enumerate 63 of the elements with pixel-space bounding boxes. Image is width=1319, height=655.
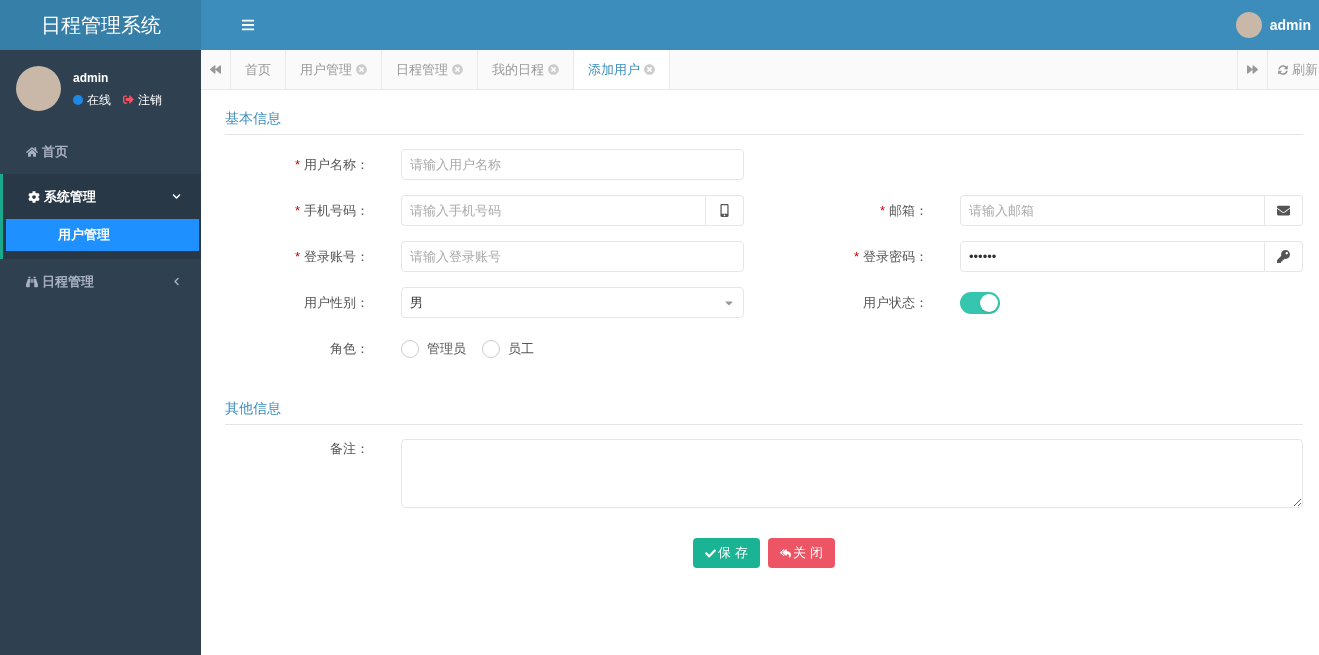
input-field[interactable]: 请输入用户名称	[401, 149, 744, 180]
binoculars-icon	[26, 275, 38, 288]
status-text: 在线	[87, 91, 111, 109]
logout-icon	[123, 94, 134, 105]
home-icon	[26, 145, 38, 158]
logout-link[interactable]: 注销	[138, 90, 162, 109]
avatar	[1235, 12, 1262, 38]
textarea-field[interactable]	[401, 439, 1303, 508]
field-label: 手机号码：	[304, 201, 369, 220]
close-icon[interactable]	[548, 64, 559, 75]
field-label: 登录密码：	[863, 247, 928, 266]
toggle-switch[interactable]	[960, 291, 1000, 314]
sidebar-item[interactable]: 日程管理	[0, 259, 201, 304]
radio-label: 员工	[508, 339, 534, 358]
gear-icon	[28, 190, 40, 203]
required-mark: *	[879, 201, 885, 220]
required-mark: *	[294, 247, 300, 266]
check-icon	[705, 547, 717, 559]
refresh-icon	[1277, 64, 1288, 75]
refresh-button[interactable]: 刷新	[1267, 50, 1319, 89]
chevron-icon	[172, 192, 181, 201]
close-icon[interactable]	[356, 64, 367, 75]
chevron-icon	[172, 277, 181, 286]
save-button[interactable]: 保 存	[693, 538, 760, 568]
menu-icon[interactable]	[241, 18, 255, 32]
rewind-icon	[210, 64, 221, 75]
input-field[interactable]: 请输入邮箱	[960, 195, 1265, 226]
required-mark: *	[294, 155, 300, 174]
field-label: 登录账号：	[304, 247, 369, 266]
fast-forward-icon	[1247, 64, 1258, 75]
mobile-phone-icon	[718, 204, 731, 217]
envelope-icon	[1277, 204, 1290, 217]
user-name: admin	[73, 69, 110, 87]
logo-bar: 日程管理系统	[0, 0, 201, 50]
reply-icon	[780, 547, 791, 559]
close-button[interactable]: 关 闭	[768, 538, 835, 568]
sidebar-item[interactable]: 首页	[0, 129, 201, 174]
field-label: 角色：	[330, 339, 369, 358]
sidebar-subitem[interactable]: 用户管理	[6, 219, 199, 251]
user-name[interactable]: admin	[1269, 14, 1311, 36]
field-label: 备注：	[330, 440, 369, 458]
tab[interactable]: 用户管理	[286, 50, 382, 89]
select-field[interactable]: 男	[401, 287, 744, 318]
field-label: 邮箱：	[889, 201, 928, 220]
close-icon[interactable]	[644, 64, 655, 75]
field-label: 用户名称：	[304, 155, 369, 174]
input-field[interactable]: 请输入手机号码	[401, 195, 706, 226]
required-mark: *	[294, 201, 300, 220]
field-label: 用户性别：	[304, 293, 369, 312]
tab[interactable]: 添加用户	[574, 50, 670, 89]
tab[interactable]: 日程管理	[382, 50, 478, 89]
close-icon[interactable]	[452, 64, 463, 75]
radio-label: 管理员	[427, 339, 466, 358]
field-label: 用户状态：	[863, 293, 928, 312]
password-field[interactable]: ••••••	[960, 241, 1265, 272]
avatar	[16, 66, 61, 111]
sidebar-item[interactable]: 系统管理	[3, 174, 201, 219]
section-title: 其他信息	[225, 400, 281, 416]
section-title: 基本信息	[225, 110, 281, 126]
required-mark: *	[853, 247, 859, 266]
key-icon	[1277, 250, 1290, 263]
tab[interactable]: 首页	[231, 50, 286, 89]
input-field[interactable]: 请输入登录账号	[401, 241, 744, 272]
